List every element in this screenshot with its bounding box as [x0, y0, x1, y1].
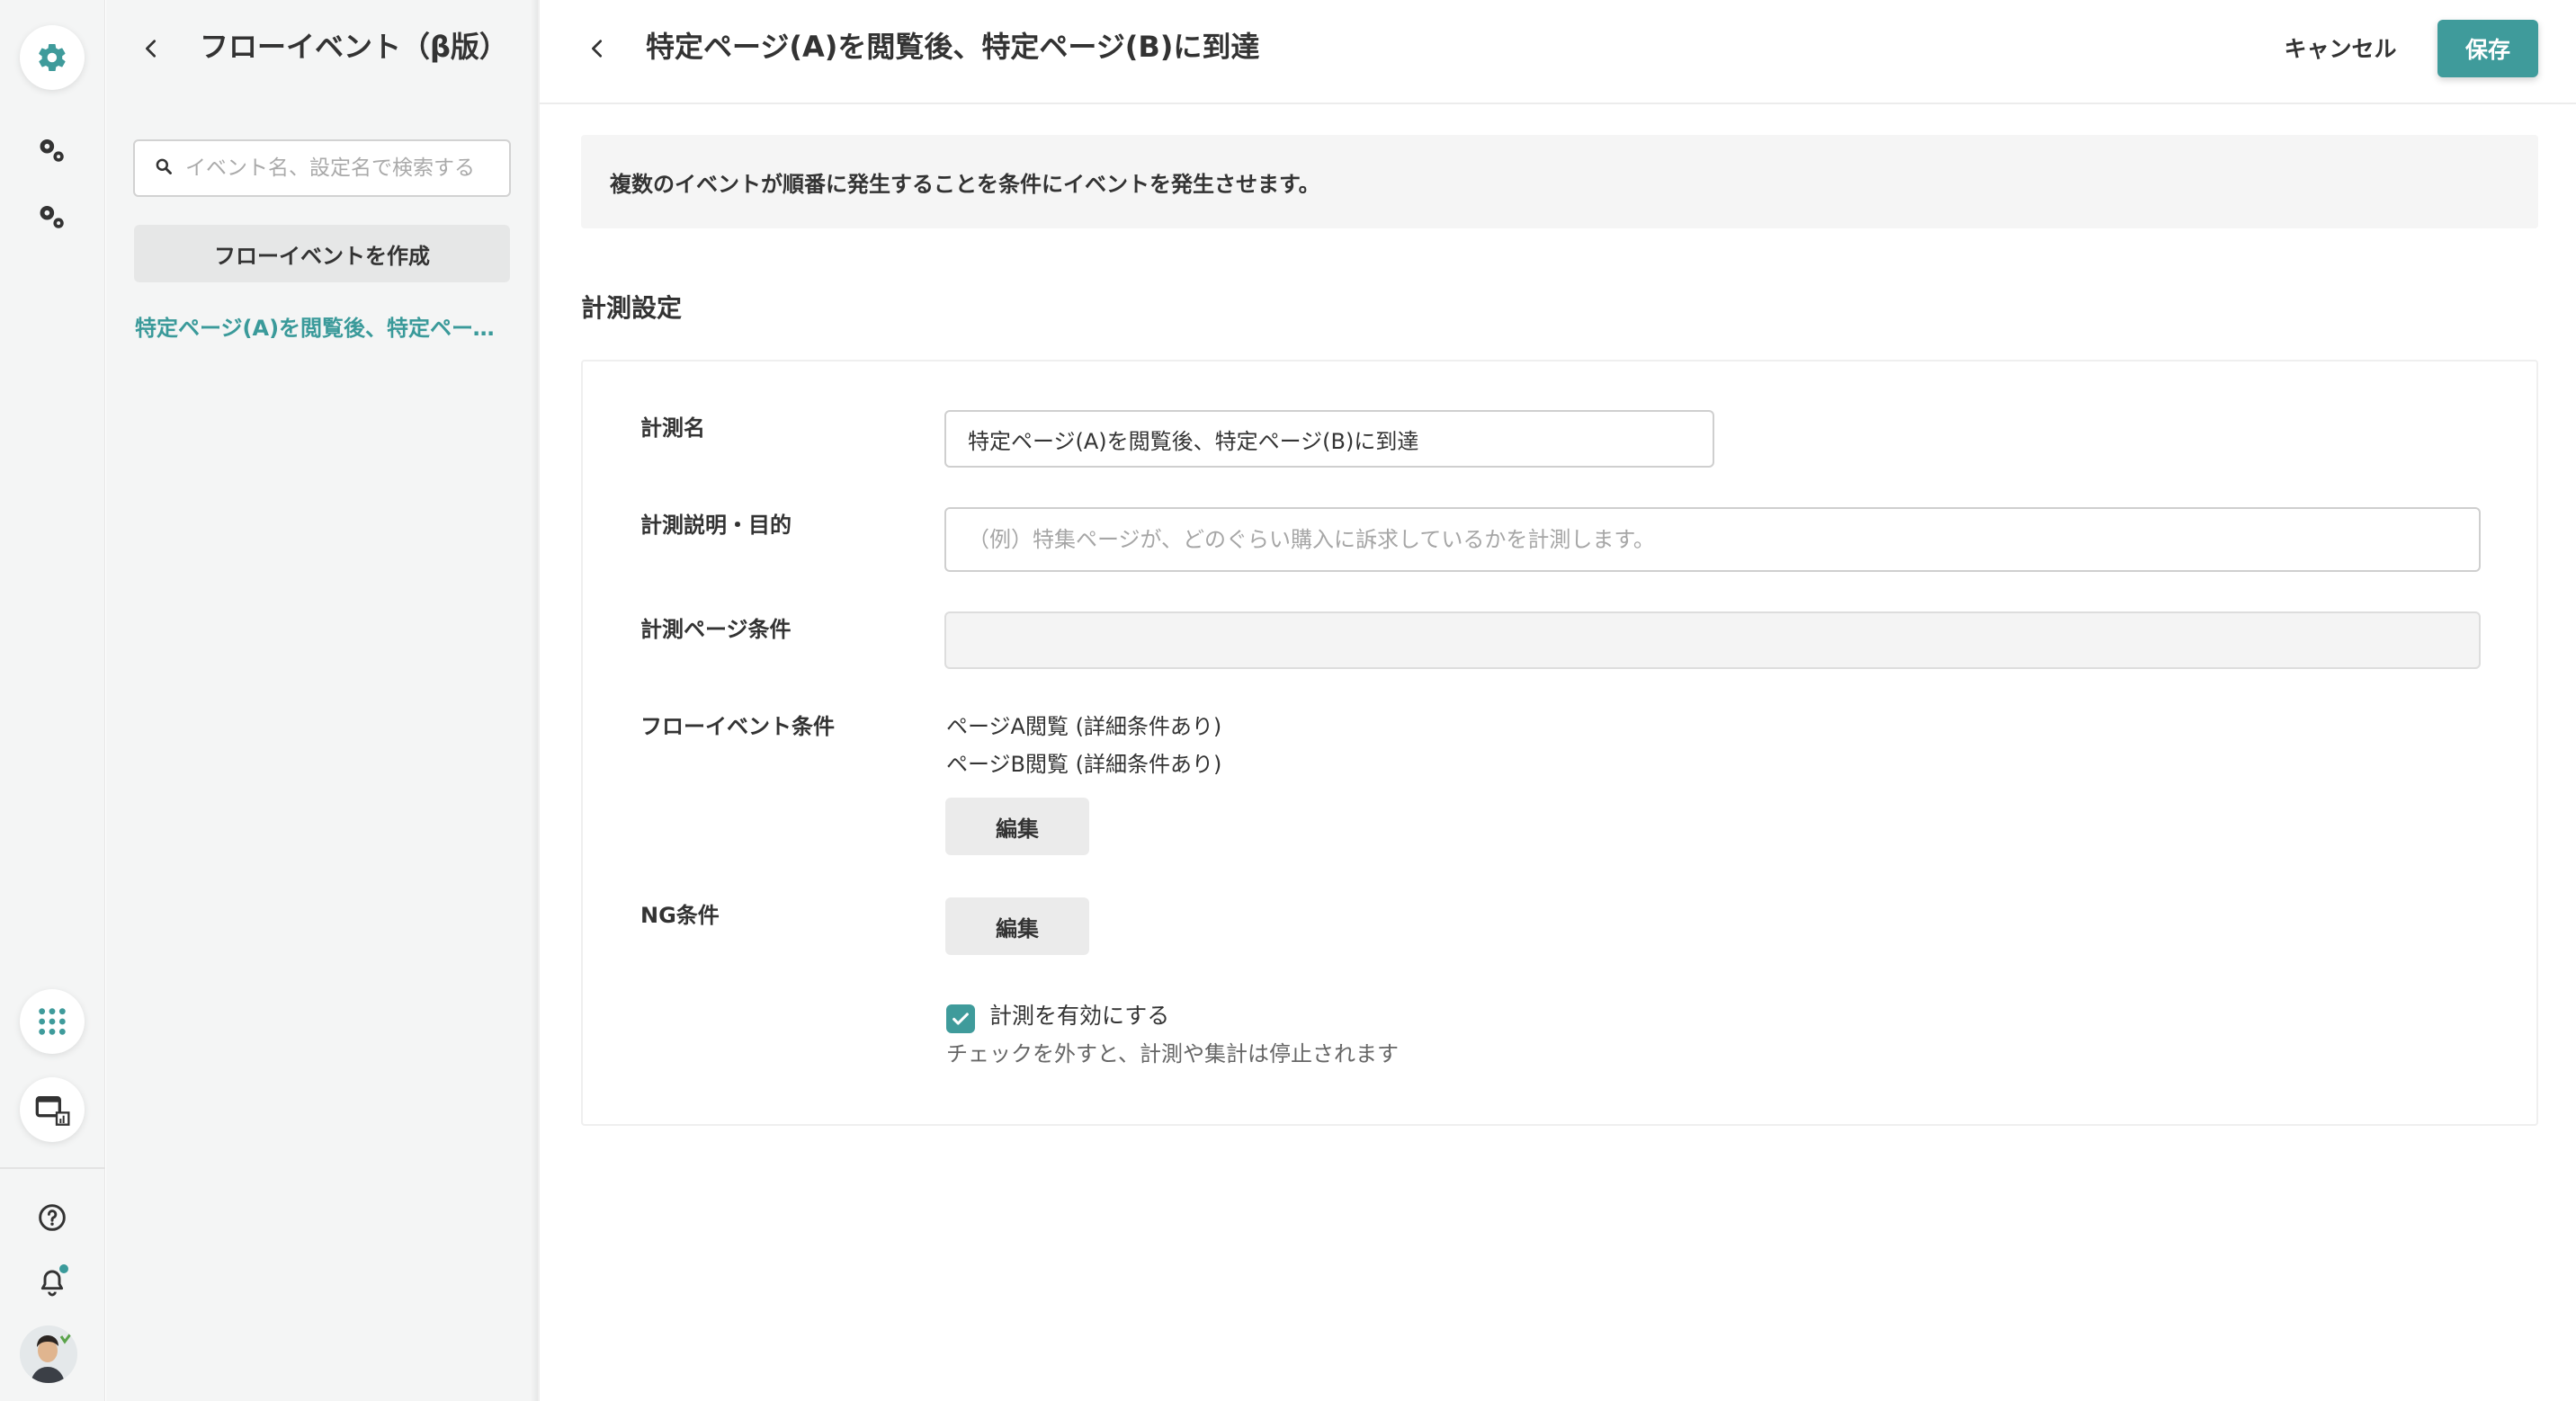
- create-flow-event-button[interactable]: フローイベントを作成: [134, 225, 510, 282]
- enable-checkbox-label[interactable]: 計測を有効にする: [989, 998, 1169, 1034]
- help-icon[interactable]: [31, 1196, 74, 1239]
- gears-icon[interactable]: [31, 129, 74, 172]
- cancel-button[interactable]: キャンセル: [2268, 27, 2412, 68]
- enable-help-text: チェックを外すと、計測や集計は停止されます: [946, 1041, 1400, 1066]
- avatar[interactable]: [20, 1325, 77, 1383]
- page-condition-label: 計測ページ条件: [640, 617, 792, 642]
- name-input[interactable]: [968, 426, 1713, 451]
- flow-condition-item: ページA閲覧 (詳細条件あり): [946, 714, 1222, 739]
- notification-dot: [58, 1263, 70, 1275]
- settings-card: [581, 360, 2538, 1126]
- gears-icon[interactable]: [31, 195, 74, 238]
- purpose-label: 計測説明・目的: [640, 513, 792, 538]
- rail-divider: [0, 1167, 105, 1169]
- purpose-field[interactable]: [944, 507, 2481, 572]
- flow-condition-item: ページB閲覧 (詳細条件あり): [946, 752, 1222, 777]
- name-field[interactable]: [944, 410, 1714, 468]
- sidebar-back-chevron-icon[interactable]: [133, 31, 169, 67]
- event-search-box[interactable]: [133, 139, 511, 197]
- window-chart-icon[interactable]: [20, 1077, 85, 1142]
- event-sidebar: [106, 0, 538, 1401]
- save-button[interactable]: 保存: [2437, 20, 2538, 77]
- ng-condition-label: NG条件: [640, 903, 720, 928]
- flow-condition-label: フローイベント条件: [640, 714, 835, 739]
- sidebar-shadow: [531, 0, 540, 1401]
- flow-condition-edit-button[interactable]: 編集: [945, 798, 1089, 855]
- page-condition-input[interactable]: [968, 628, 2479, 653]
- sidebar-title: フローイベント（β版）: [200, 30, 508, 64]
- search-input[interactable]: [185, 156, 491, 180]
- bell-icon[interactable]: [31, 1261, 74, 1304]
- sidebar-item-selected-event[interactable]: 特定ページ(A)を閲覧後、特定ページ(B)に到達: [135, 311, 513, 345]
- apps-grid-icon[interactable]: [20, 989, 85, 1054]
- enable-checkbox[interactable]: [946, 1004, 975, 1033]
- purpose-input[interactable]: [968, 527, 2479, 552]
- name-label: 計測名: [640, 415, 705, 441]
- check-icon: [953, 1013, 969, 1025]
- back-chevron-icon[interactable]: [579, 31, 615, 67]
- ng-condition-edit-button[interactable]: 編集: [945, 897, 1089, 955]
- search-icon: [155, 157, 173, 179]
- page-condition-field[interactable]: [944, 611, 2481, 669]
- description-banner: 複数のイベントが順番に発生することを条件にイベントを発生させます。: [581, 135, 2538, 228]
- page-title: 特定ページ(A)を閲覧後、特定ページ(B)に到達: [646, 30, 1260, 64]
- icon-rail: [0, 0, 105, 1401]
- section-title: 計測設定: [581, 293, 683, 323]
- settings-gear-icon[interactable]: [20, 25, 85, 90]
